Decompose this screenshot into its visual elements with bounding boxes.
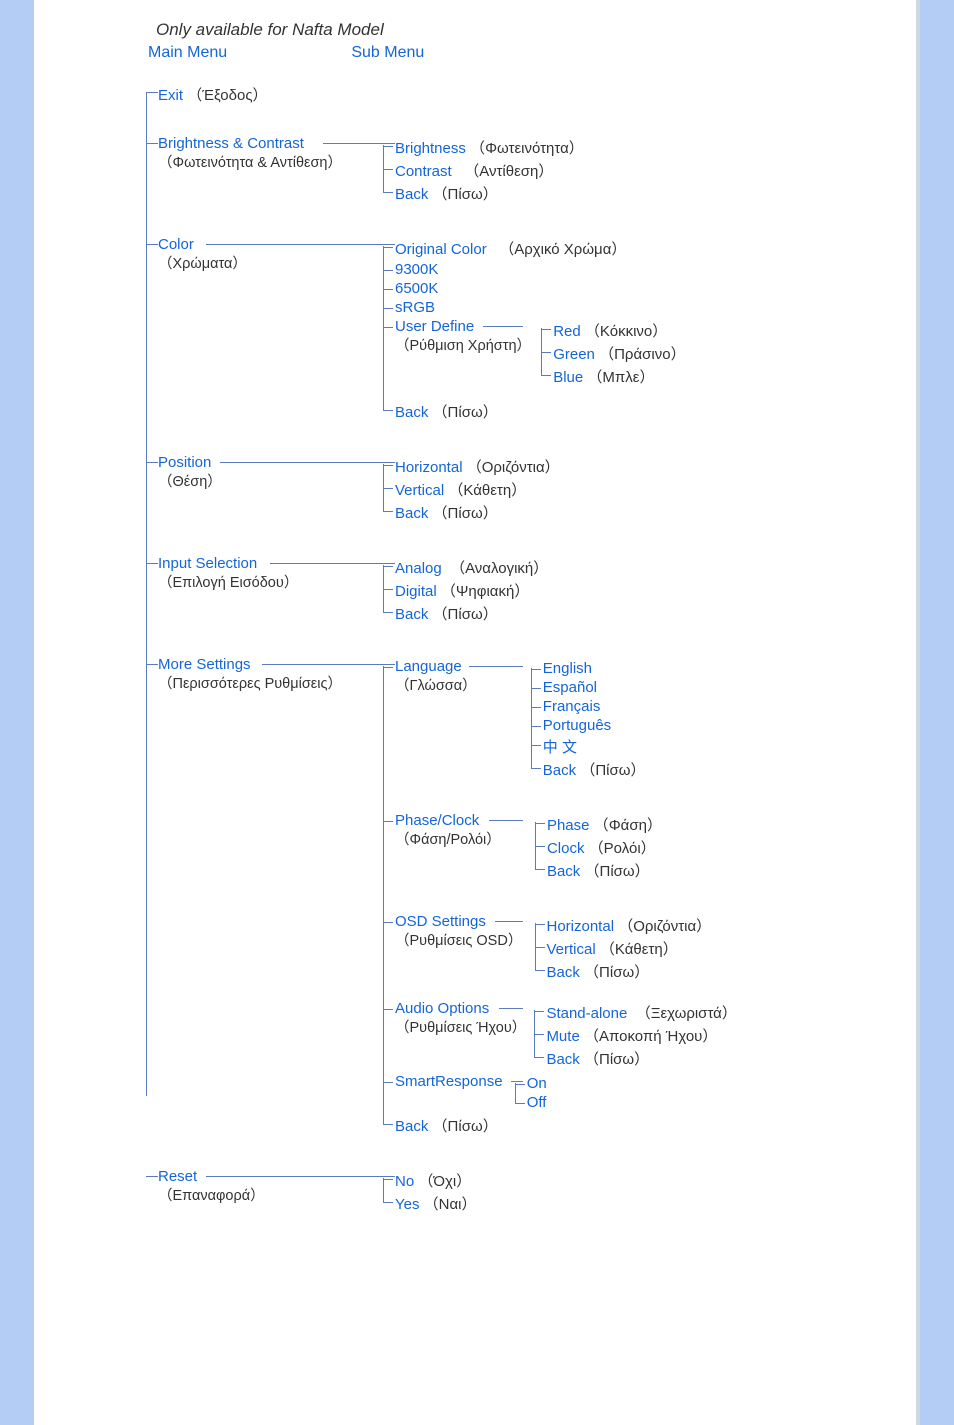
lang-chinese: 中 文: [531, 736, 646, 757]
more-back: Back （Πίσω）: [383, 1115, 737, 1136]
color-srgb: sRGB: [383, 299, 686, 316]
bc-contrast: Contrast （Αντίθεση）: [383, 160, 584, 181]
position-gr: Θέση: [173, 474, 208, 490]
node-position: Position （Θέση） Horizontal （Οριζόντια） V…: [146, 454, 916, 525]
audio-standalone: Stand-alone （Ξεχωριστά）: [534, 1002, 736, 1023]
color-9300k: 9300K: [383, 261, 686, 278]
color-original: Original Color （Αρχικό Χρώμα）: [383, 238, 686, 259]
position-label: Position: [158, 454, 211, 471]
exit-gr: Έξοδος: [202, 87, 252, 104]
lang-english: English: [531, 660, 646, 677]
bc-gr: Φωτεινότητα & Αντίθεση: [173, 155, 328, 171]
color-back: Back （Πίσω）: [383, 401, 686, 422]
menu-tree: Exit （Έξοδος） Brightness & Contrast （Φωτ…: [146, 84, 916, 1216]
lang-espanol: Español: [531, 679, 646, 696]
audio-back: Back （Πίσω）: [534, 1048, 736, 1069]
bc-brightness: Brightness （Φωτεινότητα）: [383, 137, 584, 158]
input-analog: Analog （Αναλογική）: [383, 557, 548, 578]
user-define-sub: Red （Κόκκινο） Green （Πράσινο） Blue （Μπλε…: [541, 320, 685, 387]
column-headers: Main Menu Sub Menu: [34, 44, 916, 62]
node-color: Color （Χρώματα） Original Color （Αρχικό Χ…: [146, 236, 916, 424]
node-input-selection: Input Selection （Επιλογή Εισόδου） Analog…: [146, 555, 916, 626]
input-sub: Analog （Αναλογική） Digital （Ψηφιακή） Bac…: [383, 557, 548, 624]
osd-sub: Horizontal （Οριζόντια） Vertical （Κάθετη）…: [535, 915, 712, 982]
language-sub: English Español Français Português 中 文 B…: [531, 660, 646, 780]
more-language: Language （Γλώσσα） English Español França…: [383, 658, 737, 810]
sr-on: On: [515, 1075, 547, 1092]
reset-no: No （Όχι）: [383, 1170, 477, 1191]
input-back: Back （Πίσω）: [383, 603, 548, 624]
osd-back: Back （Πίσω）: [535, 961, 712, 982]
audio-mute: Mute （Αποκοπή Ήχου）: [534, 1025, 736, 1046]
pos-back: Back （Πίσω）: [383, 502, 560, 523]
node-more-settings: More Settings （Περισσότερες Ρυθμίσεις） L…: [146, 656, 916, 1138]
position-sub: Horizontal （Οριζόντια） Vertical （Κάθετη）…: [383, 456, 560, 523]
reset-sub: No （Όχι） Yes （Ναι）: [383, 1170, 477, 1214]
lang-back: Back （Πίσω）: [531, 759, 646, 780]
more-osd-settings: OSD Settings （Ρυθμίσεις OSD） Horizontal …: [383, 913, 737, 998]
more-gr: Περισσότερες Ρυθμίσεις: [173, 676, 328, 692]
reset-yes: Yes （Ναι）: [383, 1193, 477, 1214]
lang-francais: Français: [531, 698, 646, 715]
pc-clock: Clock （Ρολόι）: [535, 837, 662, 858]
pc-phase: Phase （Φάση）: [535, 814, 662, 835]
phase-clock-sub: Phase （Φάση） Clock （Ρολόι） Back （Πίσω）: [535, 814, 662, 881]
ud-green: Green （Πράσινο）: [541, 343, 685, 364]
more-audio-options: Audio Options （Ρυθμίσεις Ήχου） Stand-alo…: [383, 1000, 737, 1071]
bc-label: Brightness & Contrast: [158, 135, 304, 152]
node-exit: Exit （Έξοδος）: [146, 84, 916, 105]
bc-back: Back （Πίσω）: [383, 183, 584, 204]
more-sub: Language （Γλώσσα） English Español França…: [383, 658, 737, 1136]
exit-label: Exit: [158, 87, 183, 104]
color-sub: Original Color （Αρχικό Χρώμα） 9300K 6500…: [383, 238, 686, 422]
reset-gr: Επαναφορά: [173, 1188, 251, 1204]
sr-off: Off: [515, 1094, 547, 1111]
ud-red: Red （Κόκκινο）: [541, 320, 685, 341]
audio-sub: Stand-alone （Ξεχωριστά） Mute （Αποκοπή Ήχ…: [534, 1002, 736, 1069]
header-main-menu: Main Menu: [148, 44, 227, 62]
more-phase-clock: Phase/Clock （Φάση/Ρολόι） Phase （Φάση） Cl…: [383, 812, 737, 911]
color-user-define: User Define （Ρύθμιση Χρήστη） Red （Κόκκιν…: [383, 318, 686, 391]
pos-vertical: Vertical （Κάθετη）: [383, 479, 560, 500]
osd-vertical: Vertical （Κάθετη）: [535, 938, 712, 959]
lang-portugues: Português: [531, 717, 646, 734]
input-gr: Επιλογή Εισόδου: [173, 575, 284, 591]
node-brightness-contrast: Brightness & Contrast （Φωτεινότητα & Αντ…: [146, 135, 916, 206]
osd-horizontal: Horizontal （Οριζόντια）: [535, 915, 712, 936]
nafta-note: Only available for Nafta Model: [156, 20, 916, 40]
pos-horizontal: Horizontal （Οριζόντια）: [383, 456, 560, 477]
bc-sub: Brightness （Φωτεινότητα） Contrast （Αντίθ…: [383, 137, 584, 204]
color-label: Color: [158, 236, 194, 253]
input-label: Input Selection: [158, 555, 257, 572]
ud-blue: Blue （Μπλε）: [541, 366, 685, 387]
color-6500k: 6500K: [383, 280, 686, 297]
smartresponse-sub: On Off: [515, 1075, 547, 1111]
color-gr: Χρώματα: [173, 256, 233, 272]
more-label: More Settings: [158, 656, 251, 673]
reset-label: Reset: [158, 1168, 197, 1185]
input-digital: Digital （Ψηφιακή）: [383, 580, 548, 601]
more-smartresponse: SmartResponse On Off: [383, 1073, 737, 1113]
document-page: Only available for Nafta Model Main Menu…: [34, 0, 920, 1425]
header-sub-menu: Sub Menu: [351, 44, 424, 62]
node-reset: Reset （Επαναφορά） No （Όχι） Yes （Ναι）: [146, 1168, 916, 1216]
pc-back: Back （Πίσω）: [535, 860, 662, 881]
